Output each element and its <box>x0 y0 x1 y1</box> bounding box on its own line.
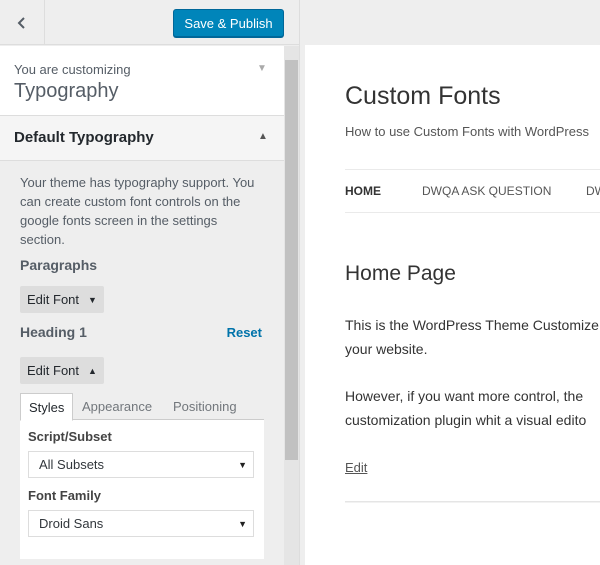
font-options-tabs: Styles Appearance Positioning <box>20 393 264 421</box>
site-tagline: How to use Custom Fonts with WordPress <box>345 124 589 139</box>
save-publish-button[interactable]: Save & Publish <box>173 9 284 37</box>
paragraph-line: However, if you want more control, the <box>345 388 584 404</box>
scrollbar-thumb[interactable] <box>285 60 298 460</box>
nav-item-dwqa-ask-question[interactable]: DWQA ASK QUESTION <box>422 184 551 198</box>
font-family-label: Font Family <box>28 488 101 503</box>
edit-font-label: Edit Font <box>27 363 80 378</box>
sidebar-scrollbar[interactable] <box>284 46 299 565</box>
customizer-panel: You are customizing Typography ▼ Default… <box>0 46 284 565</box>
preview-page: Custom Fonts How to use Custom Fonts wit… <box>305 45 600 565</box>
nav-item-home[interactable]: HOME <box>345 184 381 198</box>
site-navigation: HOME DWQA ASK QUESTION DW <box>345 169 600 213</box>
subset-selected-value: All Subsets <box>39 457 105 472</box>
nav-item-dw[interactable]: DW <box>586 184 600 198</box>
section-header-default-typography[interactable]: Default Typography ▲ <box>0 116 284 161</box>
dropdown-arrow-icon: ▼ <box>238 519 247 529</box>
font-family-select[interactable]: Droid Sans ▼ <box>28 510 254 537</box>
section-title: Default Typography <box>14 129 154 146</box>
caret-up-icon: ▲ <box>88 365 97 376</box>
page-title: Home Page <box>345 262 456 285</box>
tab-appearance[interactable]: Appearance <box>74 393 160 420</box>
customizer-header: Save & Publish <box>0 0 299 45</box>
back-button[interactable] <box>0 0 45 45</box>
paragraph-line: customization plugin whit a visual edito <box>345 412 587 428</box>
site-title[interactable]: Custom Fonts <box>345 82 501 111</box>
customizing-label: You are customizing <box>14 62 131 77</box>
reset-link[interactable]: Reset <box>227 325 262 340</box>
edit-font-label: Edit Font <box>27 292 80 307</box>
paragraphs-control-title: Paragraphs <box>20 257 98 273</box>
triangle-up-icon[interactable]: ▲ <box>258 131 268 142</box>
site-preview: Custom Fonts How to use Custom Fonts wit… <box>301 0 600 565</box>
paragraph-line: your website. <box>345 341 428 357</box>
content-paragraph-2: However, if you want more control, the c… <box>345 384 586 432</box>
subset-select[interactable]: All Subsets ▼ <box>28 451 254 478</box>
customizing-info: You are customizing Typography ▼ <box>0 46 284 116</box>
section-body: Your theme has typography support. You c… <box>0 161 284 559</box>
caret-down-icon: ▼ <box>88 294 97 305</box>
heading1-control-header: Heading 1 Reset <box>20 324 264 344</box>
entry-divider <box>345 501 600 503</box>
section-description: Your theme has typography support. You c… <box>20 175 255 247</box>
tab-styles[interactable]: Styles <box>20 393 74 421</box>
font-family-selected-value: Droid Sans <box>39 516 104 531</box>
customizing-title: Typography <box>14 80 119 102</box>
content-paragraph-1: This is the WordPress Theme Customize yo… <box>345 313 599 361</box>
styles-tab-panel: Script/Subset All Subsets ▼ Font Family … <box>20 419 264 559</box>
paragraphs-edit-font-button[interactable]: Edit Font ▼ <box>20 286 104 313</box>
heading1-edit-font-button[interactable]: Edit Font ▲ <box>20 357 104 384</box>
customizer-sidebar: Save & Publish You are customizing Typog… <box>0 0 300 565</box>
chevron-left-icon <box>17 16 25 29</box>
triangle-down-icon[interactable]: ▼ <box>257 63 267 74</box>
subset-label: Script/Subset <box>28 429 112 444</box>
paragraph-line: This is the WordPress Theme Customize <box>345 317 599 333</box>
edit-link[interactable]: Edit <box>345 460 367 475</box>
tab-positioning[interactable]: Positioning <box>165 393 245 420</box>
dropdown-arrow-icon: ▼ <box>238 460 247 470</box>
